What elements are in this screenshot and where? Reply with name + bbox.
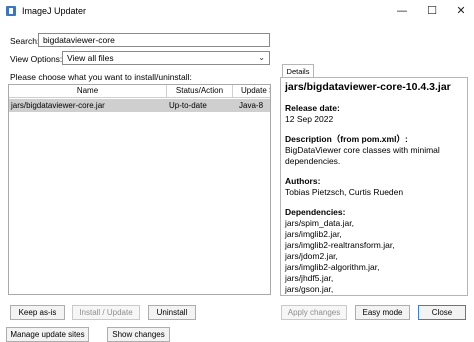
view-options-label: View Options: xyxy=(10,54,63,64)
dependency-item: jars/jhdf5.jar, xyxy=(285,273,334,283)
uninstall-button[interactable]: Uninstall xyxy=(148,305,196,320)
dependencies-label: Dependencies: xyxy=(285,207,346,217)
column-status[interactable]: Status/Action xyxy=(167,85,233,98)
release-date-label: Release date: xyxy=(285,103,340,113)
title-bar: ImageJ Updater — ☐ ✕ xyxy=(0,0,474,22)
row-status: Up-to-date xyxy=(169,101,207,110)
close-button[interactable]: Close xyxy=(418,305,466,320)
dependency-item: jars/spim_data.jar, xyxy=(285,218,354,228)
dependency-item: jars/imglib2-algorithm.jar, xyxy=(285,262,380,272)
maximize-icon[interactable]: ☐ xyxy=(421,3,443,19)
manage-update-sites-button[interactable]: Manage update sites xyxy=(6,327,89,342)
dependency-item: jars/gson.jar, xyxy=(285,284,334,294)
dependency-item: jars/imglib2.jar, xyxy=(285,229,342,239)
window-title: ImageJ Updater xyxy=(22,6,87,16)
row-site: Java-8 xyxy=(239,101,264,110)
chevron-down-icon: ⌄ xyxy=(258,53,265,62)
search-label: Search: xyxy=(10,36,40,46)
apply-changes-button[interactable]: Apply changes xyxy=(281,305,347,320)
search-input[interactable]: bigdataviewer-core xyxy=(38,33,270,47)
list-prompt: Please choose what you want to install/u… xyxy=(10,72,192,82)
dependency-item: jars/imglib2-realtransform.jar, xyxy=(285,240,395,250)
view-options-select[interactable]: View all files ⌄ xyxy=(62,51,270,65)
column-update-site[interactable]: Update Site xyxy=(233,85,270,98)
details-title: jars/bigdataviewer-core-10.4.3.jar xyxy=(285,81,451,93)
authors-label: Authors: xyxy=(285,176,321,186)
row-name: jars/bigdataviewer-core.jar xyxy=(11,101,105,110)
view-options-value: View all files xyxy=(67,53,114,63)
dependency-item: jars/jdom2.jar, xyxy=(285,251,338,261)
details-panel: jars/bigdataviewer-core-10.4.3.jar Relea… xyxy=(280,77,468,296)
install-update-button[interactable]: Install / Update xyxy=(72,305,140,320)
files-table[interactable]: Name Status/Action Update Site jars/bigd… xyxy=(8,84,271,295)
keep-as-is-button[interactable]: Keep as-is xyxy=(10,305,65,320)
minimize-icon[interactable]: — xyxy=(391,3,413,19)
description-label: Description（from pom.xml）: xyxy=(285,134,408,144)
imagej-app-icon xyxy=(6,6,16,16)
table-header: Name Status/Action Update Site xyxy=(9,85,270,98)
tab-details[interactable]: Details xyxy=(282,64,314,78)
close-icon[interactable]: ✕ xyxy=(450,3,472,19)
column-name[interactable]: Name xyxy=(9,85,167,98)
easy-mode-button[interactable]: Easy mode xyxy=(355,305,410,320)
table-row[interactable]: jars/bigdataviewer-core.jar Up-to-date J… xyxy=(9,99,270,112)
release-date-value: 12 Sep 2022 xyxy=(285,114,334,124)
show-changes-button[interactable]: Show changes xyxy=(107,327,170,342)
authors-value: Tobias Pietzsch, Curtis Rueden xyxy=(285,187,404,197)
description-value: BigDataViewer core classes with minimal … xyxy=(285,145,440,166)
